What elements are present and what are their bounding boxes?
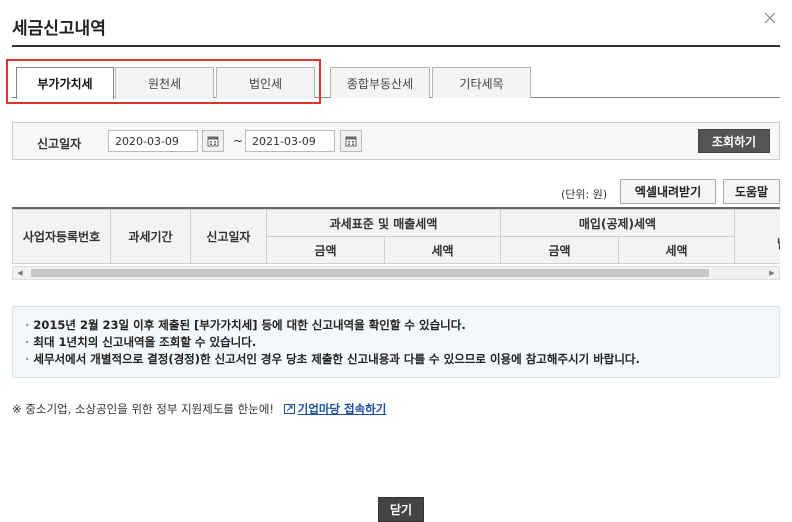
close-icon[interactable]	[762, 10, 778, 26]
notice-box: · 2015년 2월 23일 이후 제출된 [부가가치세] 등에 대한 신고내역을…	[12, 306, 780, 378]
header-tax-period: 과세기간	[110, 209, 191, 264]
support-footnote: ※ 중소기업, 소상공인을 위한 정부 지원제도를 한눈에! 기업마당 접속하기	[12, 401, 386, 417]
excel-download-button[interactable]: 엑셀내려받기	[620, 179, 716, 204]
header-report-date: 신고일자	[190, 209, 267, 264]
table-horizontal-scrollbar[interactable]: ◀ ▶	[12, 266, 780, 280]
title-divider	[12, 45, 780, 47]
header-sales-group: 과세표준 및 매출세액	[266, 209, 501, 237]
header-cut-column: 차 납부	[734, 209, 780, 264]
scroll-left-arrow-icon[interactable]: ◀	[13, 267, 27, 279]
notice-item: · 2015년 2월 23일 이후 제출된 [부가가치세] 등에 대한 신고내역을…	[25, 318, 466, 332]
header-cut-column-bottom: 납부	[777, 237, 780, 252]
tab-withholding-tax[interactable]: 원천세	[115, 67, 214, 98]
help-button[interactable]: 도움말	[723, 179, 780, 204]
header-purchase-tax: 세액	[618, 236, 735, 264]
header-purchase-amount: 금액	[500, 236, 619, 264]
header-sales-amount: 금액	[266, 236, 385, 264]
scroll-right-arrow-icon[interactable]: ▶	[765, 267, 779, 279]
calendar-icon[interactable]	[202, 130, 224, 152]
tab-corporate-tax[interactable]: 법인세	[216, 67, 315, 98]
notice-item: · 최대 1년치의 신고내역을 조회할 수 있습니다.	[25, 335, 257, 349]
scroll-thumb[interactable]	[31, 269, 709, 277]
header-cut-column-top: 차	[777, 222, 780, 237]
search-panel: 신고일자 ~ 조회하기	[12, 122, 780, 160]
tab-other-taxes[interactable]: 기타세목	[432, 67, 531, 98]
footnote-text: ※ 중소기업, 소상공인을 위한 정부 지원제도를 한눈에!	[12, 402, 275, 416]
tab-comprehensive-real-estate-tax[interactable]: 종합부동산세	[330, 67, 430, 98]
external-link-icon[interactable]	[283, 404, 295, 414]
date-range-separator: ~	[233, 134, 244, 148]
notice-item: · 세무서에서 개별적으로 결정(경정)한 신고서인 경우 당초 제출한 신고내용…	[25, 352, 640, 366]
close-button[interactable]: 닫기	[378, 497, 424, 522]
tax-type-tabs: 부가가치세 원천세 법인세 종합부동산세 기타세목	[12, 67, 780, 99]
start-date-input[interactable]	[108, 130, 198, 152]
header-sales-tax: 세액	[384, 236, 501, 264]
tab-vat[interactable]: 부가가치세	[16, 67, 114, 99]
dialog-title: 세금신고내역	[12, 19, 106, 39]
end-date-input[interactable]	[245, 130, 335, 152]
calendar-icon[interactable]	[340, 130, 362, 152]
unit-text: (단위: 원)	[561, 188, 608, 201]
header-purchase-group: 매입(공제)세액	[500, 209, 735, 237]
header-business-no: 사업자등록번호	[12, 209, 111, 264]
report-date-label: 신고일자	[37, 137, 82, 151]
bizinfo-link[interactable]: 기업마당 접속하기	[298, 402, 387, 416]
query-button[interactable]: 조회하기	[698, 129, 770, 153]
report-table: 사업자등록번호 과세기간 신고일자 과세표준 및 매출세액 매입(공제)세액 차…	[12, 207, 780, 265]
